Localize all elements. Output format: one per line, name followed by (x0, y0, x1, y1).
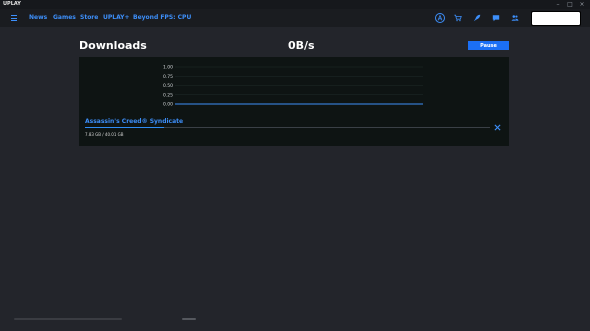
horizontal-scrollbar[interactable] (14, 318, 122, 320)
y-tick-label: 0.00 (163, 102, 173, 108)
nav-store[interactable]: Store (80, 14, 98, 21)
nav-games[interactable]: Games (53, 14, 76, 21)
close-button[interactable]: × (576, 0, 588, 9)
pause-button[interactable]: Pause (468, 41, 509, 50)
scrollbar-thumb[interactable] (182, 318, 196, 320)
menu-icon[interactable] (11, 15, 17, 21)
nav-uplay-plus[interactable]: UPLAY+ (103, 14, 130, 21)
cart-icon[interactable] (453, 13, 463, 23)
download-progress-text: 7.83 GB / 40.01 GB (85, 132, 124, 137)
y-tick-label: 0.75 (163, 74, 173, 80)
chat-icon[interactable] (491, 13, 501, 23)
search-input[interactable] (531, 11, 581, 26)
download-progress-bar (85, 127, 490, 128)
download-speed: 0B/s (288, 39, 315, 52)
page-title: Downloads (79, 39, 147, 52)
friends-icon[interactable] (510, 13, 520, 23)
cancel-download-icon[interactable] (494, 124, 501, 131)
account-icon[interactable] (435, 13, 445, 23)
y-tick-label: 0.25 (163, 92, 173, 98)
download-progress-fill (85, 127, 165, 128)
game-title[interactable]: Assassin's Creed® Syndicate (85, 118, 183, 125)
y-tick-label: 1.00 (163, 65, 173, 71)
rocket-icon[interactable] (472, 13, 482, 23)
nav-news[interactable]: News (29, 14, 47, 21)
app-title: UPLAY (3, 1, 21, 7)
top-nav: News Games Store UPLAY+ Beyond FPS: CPU (0, 9, 590, 27)
minimize-button[interactable]: – (552, 0, 564, 9)
download-speed-graph: 1.00 0.75 0.50 0.25 0.00 (163, 65, 423, 108)
title-bar: UPLAY – □ × (0, 0, 590, 9)
window-controls: – □ × (552, 0, 588, 9)
nav-beyond-fps[interactable]: Beyond FPS: CPU (133, 14, 191, 21)
download-panel: 1.00 0.75 0.50 0.25 0.00 Assassin's Creed® S… (79, 57, 509, 146)
maximize-button[interactable]: □ (564, 0, 576, 9)
y-tick-label: 0.50 (163, 83, 173, 89)
